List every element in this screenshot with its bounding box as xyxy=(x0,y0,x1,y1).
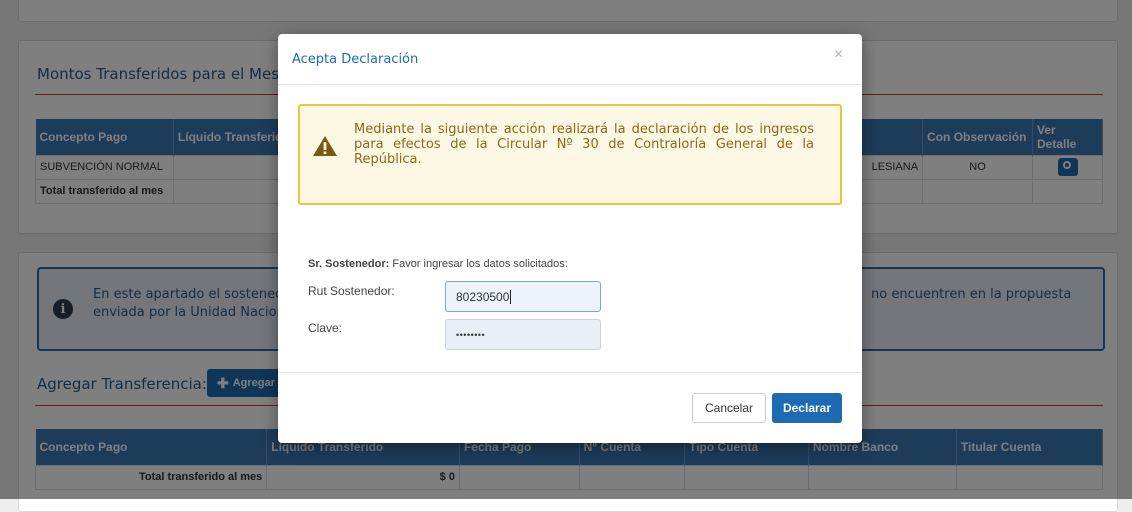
instruction-text: Favor ingresar los datos solicitados: xyxy=(389,258,568,270)
clave-value: •••••••• xyxy=(456,329,486,340)
clave-input[interactable]: •••••••• xyxy=(445,319,601,350)
clave-label: Clave: xyxy=(308,321,343,335)
acepta-declaracion-modal: Acepta Declaración × Mediante la siguien… xyxy=(278,34,862,443)
modal-title: Acepta Declaración xyxy=(292,52,419,67)
modal-header-divider xyxy=(278,84,862,85)
rut-label: Rut Sostenedor: xyxy=(308,284,395,298)
instruction-bold: Sr. Sostenedor: xyxy=(308,258,390,270)
warning-text: Mediante la siguiente acción realizará l… xyxy=(354,122,814,167)
modal-footer-divider xyxy=(278,372,862,373)
rut-input[interactable]: 80230500 xyxy=(445,281,601,312)
modal-instruction: Sr. Sostenedor: Favor ingresar los datos… xyxy=(308,258,568,270)
close-icon[interactable]: × xyxy=(834,46,843,64)
warning-box: Mediante la siguiente acción realizará l… xyxy=(298,104,842,205)
rut-value: 80230500 xyxy=(456,289,510,304)
cancel-button[interactable]: Cancelar xyxy=(692,393,766,423)
declarar-button[interactable]: Declarar xyxy=(772,393,842,423)
warning-icon xyxy=(313,136,337,156)
text-cursor xyxy=(510,289,512,304)
